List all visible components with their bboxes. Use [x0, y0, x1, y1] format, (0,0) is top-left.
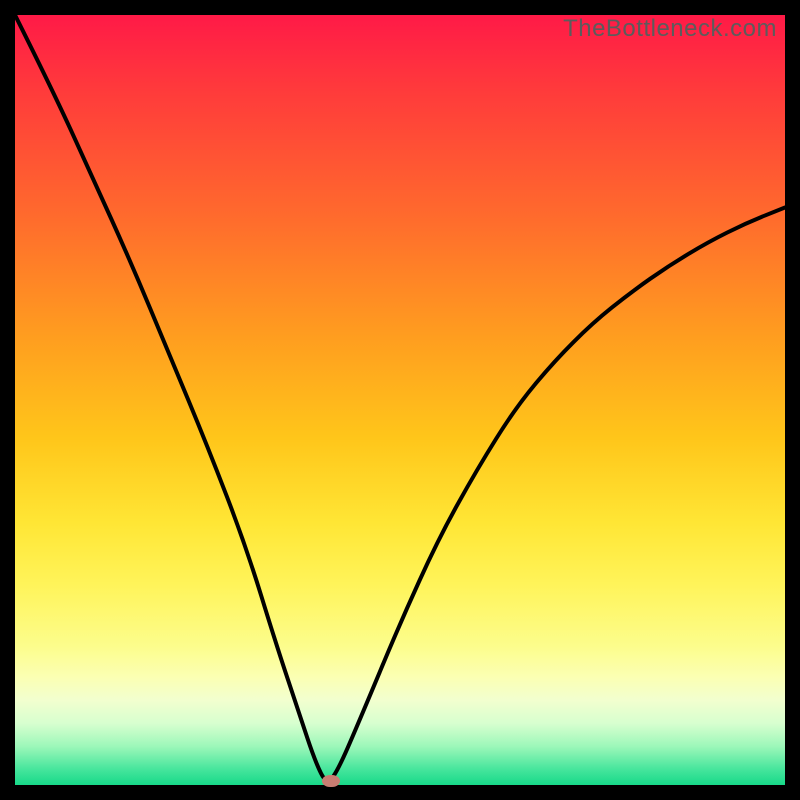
bottleneck-curve: [15, 15, 785, 785]
watermark-text: TheBottleneck.com: [563, 15, 777, 43]
optimal-point-marker: [322, 775, 340, 787]
chart-frame: TheBottleneck.com: [15, 15, 785, 785]
